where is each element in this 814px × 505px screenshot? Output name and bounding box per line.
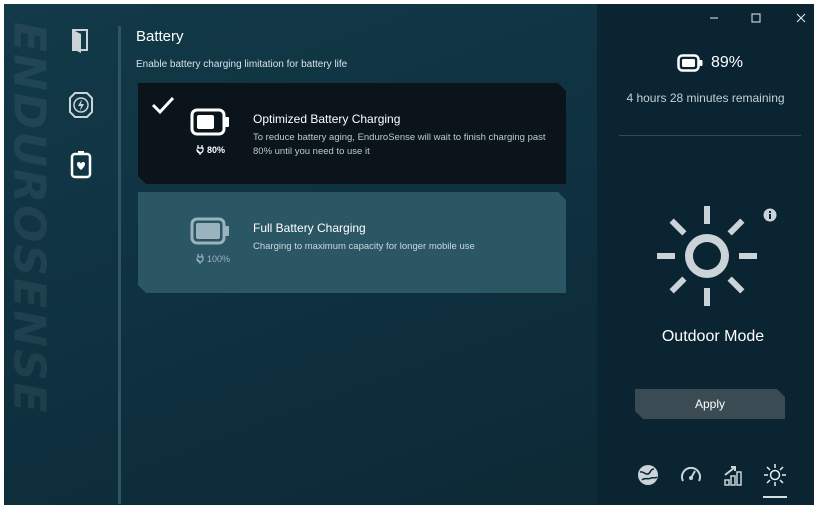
status-panel: 89% 4 hours 28 minutes remaining Outdoor… (597, 4, 814, 505)
charge-limit-value: 100% (207, 254, 231, 264)
brand-text: ENDUROSENSE (4, 22, 55, 415)
maximize-icon (751, 13, 761, 23)
battery-charging-icon (70, 151, 92, 179)
mode-tabs (633, 460, 803, 498)
close-icon (796, 13, 806, 23)
endurosense-window: ENDUROSENSE Battery Enable battery charg… (4, 4, 814, 505)
nav-item-battery-health[interactable] (66, 90, 96, 120)
option-title: Optimized Battery Charging (253, 112, 401, 126)
minimize-button[interactable] (703, 10, 725, 26)
option-description: Charging to maximum capacity for longer … (253, 241, 475, 252)
battery-health-icon (69, 92, 93, 118)
tab-performance[interactable] (719, 460, 749, 490)
battery-icon (190, 216, 230, 246)
eco-globe-icon (638, 465, 658, 485)
battery-icon (190, 107, 230, 137)
option-description: To reduce battery aging, EnduroSense wil… (253, 132, 546, 157)
battery-status: 89% (677, 54, 743, 72)
brand-watermark: ENDUROSENSE (4, 4, 55, 505)
optimized-charging-option[interactable]: 80% Optimized Battery Charging To reduce… (138, 83, 566, 184)
battery-level-icon (677, 54, 703, 72)
panel-divider (619, 135, 801, 136)
tab-eco[interactable] (633, 460, 663, 490)
sun-icon (764, 464, 786, 486)
close-button[interactable] (790, 10, 812, 26)
nav-divider (118, 26, 121, 504)
tab-speed[interactable] (676, 460, 706, 490)
full-charging-option[interactable]: 100% Full Battery Charging Charging to m… (138, 192, 566, 293)
nav-rail (54, 4, 166, 505)
battery-percent: 89% (711, 54, 744, 71)
time-remaining: 4 hours 28 minutes remaining (626, 91, 785, 105)
charge-limit-label: 100% (196, 254, 230, 264)
option-title: Full Battery Charging (253, 221, 366, 235)
app-icon (72, 29, 88, 53)
plug-icon (196, 254, 204, 264)
charge-limit-label: 80% (196, 145, 225, 155)
checkmark-icon (150, 95, 176, 115)
selected-tab-indicator (763, 496, 787, 498)
info-icon[interactable] (763, 208, 777, 222)
page-subtitle: Enable battery charging limitation for b… (136, 59, 348, 70)
maximize-button[interactable] (745, 10, 767, 26)
performance-chart-icon (724, 466, 742, 486)
charge-limit-value: 80% (207, 145, 226, 155)
page-title: Battery (136, 28, 184, 45)
minimize-icon (710, 17, 718, 19)
apply-button[interactable]: Apply (635, 389, 785, 419)
nav-item-battery-charging[interactable] (66, 150, 96, 180)
mode-label: Outdoor Mode (661, 328, 765, 345)
battery-settings: Battery Enable battery charging limitati… (136, 4, 566, 505)
tab-outdoor[interactable] (760, 460, 790, 490)
plug-icon (196, 145, 204, 155)
nav-item-app[interactable] (66, 26, 96, 56)
sun-icon (657, 206, 757, 306)
speedometer-icon (681, 466, 701, 482)
